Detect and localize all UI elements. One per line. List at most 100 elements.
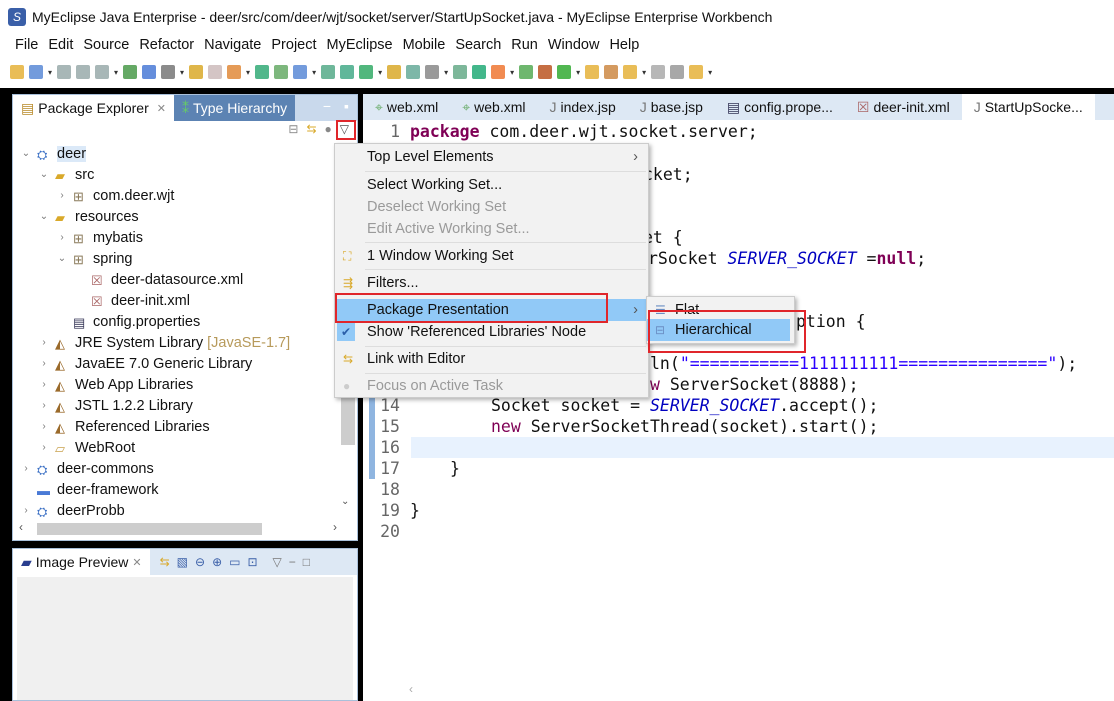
dropdown-arrow-icon[interactable]: ▾ xyxy=(708,68,712,77)
toolbar-button-icon[interactable] xyxy=(519,65,534,79)
expanded-chevron-icon[interactable]: ⌄ xyxy=(37,169,51,180)
code-line[interactable]: w ServerSocket(8888); xyxy=(650,374,859,395)
menu-refactor[interactable]: Refactor xyxy=(134,37,199,53)
tab-package-explorer[interactable]: ▤ Package Explorer ✕ xyxy=(13,95,174,121)
toolbar-button-icon[interactable] xyxy=(208,65,223,79)
toolbar-button-icon[interactable] xyxy=(95,65,110,79)
toolbar-button-icon[interactable] xyxy=(472,65,487,79)
menu-item-link-with-editor[interactable]: ⇆ Link with Editor xyxy=(335,348,648,370)
zoom-out-icon[interactable]: ⊖ xyxy=(195,555,205,569)
menu-item-edit-active-working-set[interactable]: Edit Active Working Set... xyxy=(335,218,648,240)
tree-item[interactable]: ▬ deer-framework xyxy=(13,479,343,500)
menu-item-top-level-elements[interactable]: Top Level Elements › xyxy=(335,146,648,168)
tree-item[interactable]: › ⊞ com.deer.wjt xyxy=(13,185,343,206)
collapsed-chevron-icon[interactable]: › xyxy=(37,442,51,453)
collapsed-chevron-icon[interactable]: › xyxy=(37,379,51,390)
tree-item[interactable]: ⌄ ⛭ deer xyxy=(13,143,343,164)
menu-source[interactable]: Source xyxy=(78,37,134,53)
tree-item[interactable]: › ⛭ deer-commons xyxy=(13,458,343,479)
editor-tab[interactable]: ⌖ web.xml xyxy=(363,94,450,120)
dropdown-arrow-icon[interactable]: ▾ xyxy=(312,68,316,77)
toolbar-button-icon[interactable] xyxy=(161,65,176,79)
editor-tab[interactable]: Jbase.jsp xyxy=(628,94,715,120)
menu-item-window-working-set[interactable]: ⛶ 1 Window Working Set xyxy=(335,245,648,267)
dropdown-arrow-icon[interactable]: ▾ xyxy=(180,68,184,77)
code-line[interactable]: Socket socket = SERVER_SOCKET.accept(); xyxy=(491,395,878,416)
dropdown-arrow-icon[interactable]: ▾ xyxy=(510,68,514,77)
menu-search[interactable]: Search xyxy=(450,37,506,53)
fit-window-icon[interactable]: ⊡ xyxy=(247,555,257,569)
view-menu-icon[interactable]: ▽ xyxy=(273,555,282,569)
minimize-icon[interactable]: − xyxy=(289,555,296,569)
code-line[interactable]: } xyxy=(410,500,420,521)
menu-item-select-working-set[interactable]: Select Working Set... xyxy=(335,174,648,196)
toolbar-button-icon[interactable] xyxy=(76,65,91,79)
code-line[interactable]: ption { xyxy=(796,311,866,332)
code-line[interactable]: ln("===========1111111111===============… xyxy=(650,353,1077,374)
menu-myeclipse[interactable]: MyEclipse xyxy=(322,37,398,53)
toolbar-button-icon[interactable] xyxy=(189,65,204,79)
tab-type-hierarchy[interactable]: ⁑ Type Hierarchy xyxy=(173,95,296,121)
menu-edit[interactable]: Edit xyxy=(43,37,78,53)
link-editor-icon[interactable]: ⇆ xyxy=(306,122,316,136)
tab-image-preview[interactable]: ▰ Image Preview ✕ xyxy=(13,549,150,575)
horizontal-scroll-left[interactable]: ‹ xyxy=(409,682,413,696)
tree-item[interactable]: › ◭ JSTL 1.2.2 Library xyxy=(13,395,343,416)
collapsed-chevron-icon[interactable]: › xyxy=(37,358,51,369)
toolbar-button-icon[interactable] xyxy=(387,65,402,79)
menu-navigate[interactable]: Navigate xyxy=(199,37,266,53)
code-line[interactable]: new ServerSocketThread(socket).start(); xyxy=(491,416,878,437)
dropdown-arrow-icon[interactable]: ▾ xyxy=(642,68,646,77)
toolbar-button-icon[interactable] xyxy=(585,65,600,79)
tree-item[interactable]: › ◭ Web App Libraries xyxy=(13,374,343,395)
toolbar-button-icon[interactable] xyxy=(340,65,355,79)
original-size-icon[interactable]: ▭ xyxy=(229,555,240,569)
close-icon[interactable]: ✕ xyxy=(157,102,166,115)
tree-item[interactable]: ☒ deer-datasource.xml xyxy=(13,269,343,290)
menu-run[interactable]: Run xyxy=(506,37,543,53)
menu-item-focus-active-task[interactable]: ● Focus on Active Task xyxy=(335,375,648,397)
dropdown-arrow-icon[interactable]: ▾ xyxy=(114,68,118,77)
maximize-icon[interactable]: □ xyxy=(303,555,310,569)
menu-help[interactable]: Help xyxy=(604,37,644,53)
tree-item[interactable]: › ⊞ mybatis xyxy=(13,227,343,248)
menu-file[interactable]: File xyxy=(10,37,43,53)
collapsed-chevron-icon[interactable]: › xyxy=(55,190,69,201)
toolbar-button-icon[interactable] xyxy=(227,65,242,79)
toolbar-button-icon[interactable] xyxy=(359,65,374,79)
editor-tab[interactable]: ☒ deer-init.xml xyxy=(845,94,962,120)
collapsed-chevron-icon[interactable]: › xyxy=(37,400,51,411)
zoom-in-icon[interactable]: ⊕ xyxy=(212,555,222,569)
menu-mobile[interactable]: Mobile xyxy=(398,37,451,53)
dropdown-arrow-icon[interactable]: ▾ xyxy=(444,68,448,77)
code-line[interactable]: package com.deer.wjt.socket.server; xyxy=(410,121,758,142)
menu-item-show-referenced-libraries[interactable]: ✔ Show 'Referenced Libraries' Node xyxy=(335,321,648,343)
tree-item[interactable]: ⌄ ▰ resources xyxy=(13,206,343,227)
fit-image-icon[interactable]: ▧ xyxy=(177,555,188,569)
menu-project[interactable]: Project xyxy=(266,37,321,53)
editor-tab[interactable]: Jindex.jsp xyxy=(538,94,628,120)
tree-item[interactable]: › ▱ WebRoot xyxy=(13,437,343,458)
toolbar-button-icon[interactable] xyxy=(453,65,468,79)
expanded-chevron-icon[interactable]: ⌄ xyxy=(37,211,51,222)
tree-item[interactable]: › ⛭ deerProbb xyxy=(13,500,343,521)
maximize-icon[interactable]: ▪ xyxy=(344,98,349,114)
toolbar-button-icon[interactable] xyxy=(255,65,270,79)
focus-task-icon[interactable]: ● xyxy=(325,122,332,136)
toolbar-button-icon[interactable] xyxy=(670,65,685,79)
tree-item[interactable]: › ◭ Referenced Libraries xyxy=(13,416,343,437)
editor-tab[interactable]: ⌖ web.xml xyxy=(450,94,537,120)
expanded-chevron-icon[interactable]: ⌄ xyxy=(55,253,69,264)
toolbar-button-icon[interactable] xyxy=(557,65,572,79)
toolbar-button-icon[interactable] xyxy=(274,65,289,79)
toolbar-button-icon[interactable] xyxy=(293,65,308,79)
close-icon[interactable]: ✕ xyxy=(132,556,141,569)
toolbar-button-icon[interactable] xyxy=(491,65,506,79)
tree-item[interactable]: › ◭ JRE System Library [JavaSE-1.7] xyxy=(13,332,343,353)
toolbar-button-icon[interactable] xyxy=(651,65,666,79)
toolbar-button-icon[interactable] xyxy=(425,65,440,79)
tree-item[interactable]: ⌄ ⊞ spring xyxy=(13,248,343,269)
dropdown-arrow-icon[interactable]: ▾ xyxy=(576,68,580,77)
tree-item[interactable]: ☒ deer-init.xml xyxy=(13,290,343,311)
menu-window[interactable]: Window xyxy=(543,37,605,53)
